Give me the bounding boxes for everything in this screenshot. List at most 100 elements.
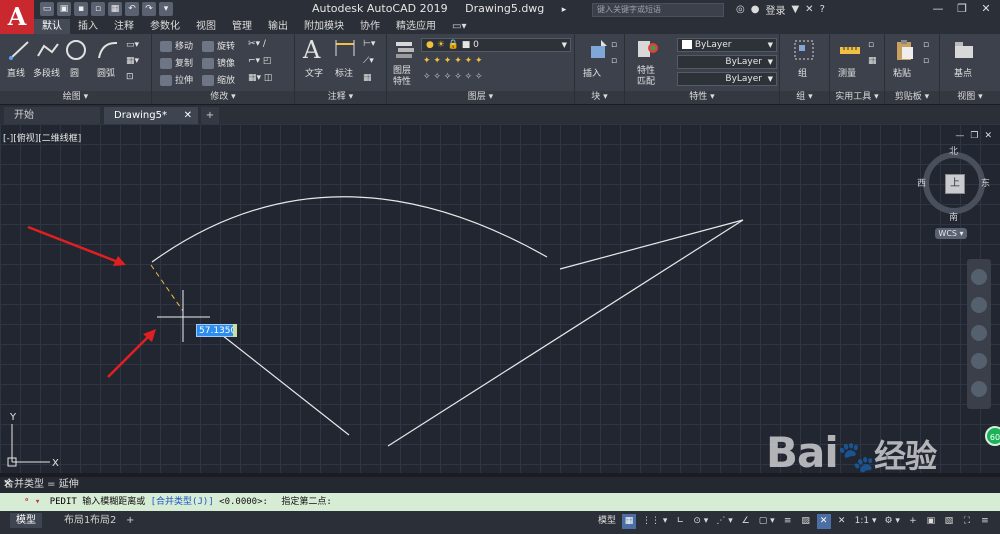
measure-button-label[interactable]: 测量	[838, 66, 856, 79]
close-command-line-icon[interactable]: ✕	[3, 477, 15, 493]
steering-wheel-icon[interactable]	[971, 269, 987, 285]
viewcube[interactable]: 北 南 东 西 上	[917, 147, 990, 223]
tab-manage[interactable]: 管理	[224, 19, 260, 34]
measure-icon[interactable]	[838, 38, 862, 62]
binoculars-icon[interactable]: ◎	[736, 4, 745, 15]
annotation-visibility-icon[interactable]: ✕	[816, 514, 831, 529]
match-properties-label[interactable]: 特性匹配	[637, 66, 663, 88]
app-logo-icon[interactable]: A	[0, 0, 34, 34]
user-icon[interactable]: ●	[751, 4, 760, 15]
compass-south[interactable]: 南	[949, 210, 958, 223]
lineweight-dropdown[interactable]: ByLayer ▼	[677, 72, 777, 86]
stretch-button[interactable]: 拉伸	[160, 73, 193, 86]
polar-toggle-icon[interactable]: ⊙ ▾	[691, 514, 710, 529]
wcs-menu[interactable]: WCS ▾	[935, 228, 967, 239]
dimension-button-label[interactable]: 标注	[335, 66, 353, 79]
new-file-icon[interactable]: ▭	[40, 2, 54, 16]
create-block-icon[interactable]: ▫	[611, 40, 617, 50]
insert-button-label[interactable]: 插入	[583, 66, 601, 79]
insert-block-icon[interactable]	[587, 38, 611, 62]
base-point-button-label[interactable]: 基点	[954, 66, 972, 79]
panel-annotation-title[interactable]: 注释 ▾	[295, 91, 386, 104]
match-properties-icon[interactable]	[635, 38, 659, 62]
dimension-icon[interactable]	[333, 38, 357, 62]
lineweight-toggle-icon[interactable]: ≡	[781, 514, 795, 529]
save-icon[interactable]: ▪	[74, 2, 88, 16]
object-snap-icon[interactable]: ▢ ▾	[757, 514, 777, 529]
linear-dim-icon[interactable]: ⊢▾	[363, 39, 375, 49]
line-icon[interactable]	[8, 38, 32, 62]
object-snap-tracking-icon[interactable]: ∠	[739, 514, 753, 529]
cut-icon[interactable]: ▫	[923, 40, 929, 50]
panel-properties-title[interactable]: 特性 ▾	[625, 91, 779, 104]
panel-layers-title[interactable]: 图层 ▾	[387, 91, 574, 104]
auto-scale-icon[interactable]: ✕	[835, 514, 849, 529]
polyline-button-label[interactable]: 多段线	[33, 66, 60, 79]
save-as-icon[interactable]: ▫	[91, 2, 105, 16]
panel-view-title[interactable]: 视图 ▾	[940, 91, 1000, 104]
rectangle-icon[interactable]: ▭▾	[126, 40, 139, 50]
isodraft-toggle-icon[interactable]: ⋰ ▾	[714, 514, 734, 529]
group-icon[interactable]	[792, 38, 816, 62]
close-window-button[interactable]: ✕	[976, 1, 996, 17]
leader-icon[interactable]: ⟋▾	[363, 56, 374, 66]
polyline-icon[interactable]	[36, 38, 60, 62]
ortho-toggle-icon[interactable]: ∟	[673, 514, 687, 529]
annotation-scale-button[interactable]: 1:1 ▾	[853, 514, 879, 529]
trim-icon[interactable]: ✂▾ ∕	[248, 39, 266, 49]
layout-tab-model[interactable]: 模型	[10, 513, 42, 528]
tab-home[interactable]: 默认	[34, 19, 70, 34]
orbit-icon[interactable]	[971, 353, 987, 369]
layer-tools-row-2[interactable]: ✧ ✧ ✧ ✧ ✧ ✧	[423, 72, 483, 82]
cart-icon[interactable]: ▼	[791, 4, 799, 15]
units-icon[interactable]: ▣	[924, 514, 938, 529]
color-dropdown[interactable]: ByLayer ▼	[677, 38, 777, 52]
edit-block-icon[interactable]: ▫	[611, 56, 617, 66]
layer-tools-row-1[interactable]: ✦ ✦ ✦ ✦ ✦ ✦	[423, 56, 483, 66]
compass-west[interactable]: 西	[917, 176, 926, 189]
tab-featured-apps[interactable]: 精选应用	[388, 19, 444, 34]
redo-icon[interactable]: ↷	[142, 2, 156, 16]
line-button-label[interactable]: 直线	[7, 66, 25, 79]
exchange-icon[interactable]: ✕	[805, 4, 813, 15]
layer-properties-icon[interactable]	[393, 38, 417, 62]
tab-collaborate[interactable]: 协作	[352, 19, 388, 34]
table-icon[interactable]: ▦	[363, 73, 372, 83]
calculator-icon[interactable]: ▦	[868, 56, 877, 66]
close-tab-icon[interactable]: ✕	[184, 107, 192, 124]
tab-start[interactable]: 开始	[4, 107, 100, 124]
showmotion-icon[interactable]	[971, 381, 987, 397]
layer-properties-label[interactable]: 图层特性	[393, 66, 419, 88]
arc-button-label[interactable]: 圆弧	[97, 66, 115, 79]
pan-icon[interactable]	[971, 297, 987, 313]
command-input[interactable]: ᵒ ▾ PEDIT 输入模糊距离或 [合并类型(J)] <0.0000>: 指定…	[0, 493, 1000, 511]
snap-toggle-icon[interactable]: ⋮⋮ ▾	[640, 514, 669, 529]
workspace-gear-icon[interactable]: ⚙ ▾	[882, 514, 901, 529]
compass-east[interactable]: 东	[981, 176, 990, 189]
scale-button[interactable]: 缩放	[202, 73, 235, 86]
tab-insert[interactable]: 插入	[70, 19, 106, 34]
panel-modify-title[interactable]: 修改 ▾	[152, 91, 294, 104]
tab-view[interactable]: 视图	[188, 19, 224, 34]
qat-menu-icon[interactable]: ▾	[159, 2, 173, 16]
panel-groups-title[interactable]: 组 ▾	[780, 91, 829, 104]
print-icon[interactable]: ▦	[108, 2, 122, 16]
tab-parametric[interactable]: 参数化	[142, 19, 188, 34]
compass-north[interactable]: 北	[949, 144, 958, 157]
paste-icon[interactable]	[893, 38, 917, 62]
add-icon[interactable]: +	[906, 514, 920, 529]
customization-icon[interactable]: ≡	[978, 514, 992, 529]
restore-button[interactable]: ❐	[952, 1, 972, 17]
tab-drawing5[interactable]: Drawing5* ✕	[104, 107, 198, 124]
isolate-objects-icon[interactable]: ▧	[942, 514, 956, 529]
circle-icon[interactable]	[64, 38, 88, 62]
dynamic-input-field[interactable]: 57.1350	[196, 324, 237, 337]
tab-output[interactable]: 输出	[260, 19, 296, 34]
clean-screen-icon[interactable]: ⛶	[960, 514, 974, 529]
linetype-dropdown[interactable]: ByLayer ▼	[677, 55, 777, 69]
search-input[interactable]: 键入关键字或短语	[592, 3, 724, 17]
boundary-icon[interactable]: ⊡	[126, 72, 134, 82]
arc-icon[interactable]	[96, 38, 120, 62]
drawing-canvas[interactable]: [-][俯视][二维线框] — ❐ ✕ Y X 57.1350 北 南 东 西 …	[0, 124, 1000, 473]
open-folder-icon[interactable]: ▣	[57, 2, 71, 16]
